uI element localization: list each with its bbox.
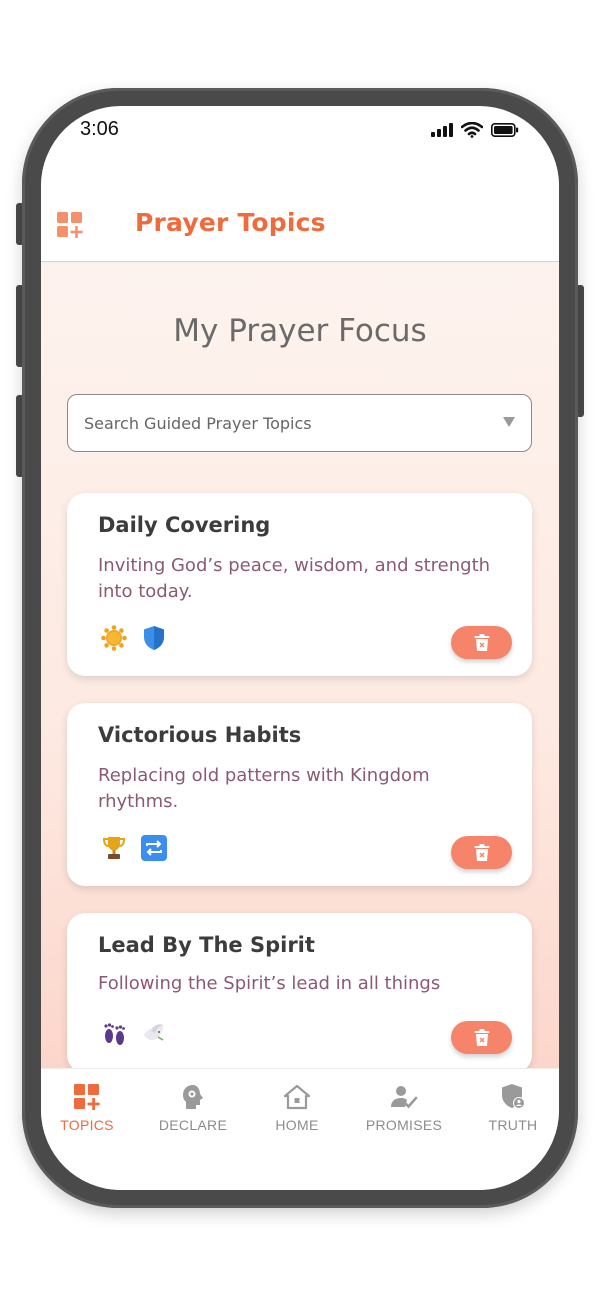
card-icons [101, 1021, 167, 1047]
card-title: Daily Covering [98, 513, 271, 537]
phone-screen: 3:06 Prayer Topics My Prayer Focus Searc… [41, 106, 559, 1190]
search-dropdown[interactable] [67, 394, 532, 452]
bottom-nav: TOPICS DECLARE HOME PROMISES TRUTH [41, 1068, 559, 1190]
topic-card[interactable]: Victorious Habits Replacing old patterns… [67, 703, 532, 886]
head-icon [183, 1085, 203, 1109]
grid-add-icon[interactable] [57, 212, 83, 238]
trash-icon [474, 633, 489, 651]
trash-icon [474, 843, 489, 861]
card-icons [101, 835, 167, 861]
app-header: Prayer Topics [41, 156, 559, 262]
trash-icon [474, 1028, 489, 1046]
status-time: 3:06 [80, 118, 119, 140]
nav-label: TOPICS [60, 1117, 114, 1133]
delete-button[interactable] [451, 1021, 512, 1054]
shield-person-icon [502, 1084, 525, 1109]
battery-icon [491, 123, 519, 137]
sun-icon [101, 625, 127, 651]
dropdown-arrow-icon[interactable] [503, 417, 515, 427]
status-bar: 3:06 [41, 106, 559, 156]
nav-label: DECLARE [158, 1117, 228, 1133]
page-title: My Prayer Focus [173, 313, 427, 349]
person-check-icon [391, 1086, 418, 1109]
nav-label: TRUTH [488, 1117, 538, 1133]
trophy-icon [102, 837, 126, 859]
delete-button[interactable] [451, 836, 512, 869]
card-description: Replacing old patterns with Kingdom rhyt… [98, 765, 430, 812]
topic-card[interactable]: Daily Covering Inviting God’s peace, wis… [67, 493, 532, 676]
repeat-icon [141, 835, 167, 861]
home-icon [283, 1084, 311, 1110]
signal-icon [431, 123, 453, 137]
nav-item-topics[interactable]: TOPICS [41, 1083, 137, 1133]
nav-item-declare[interactable]: DECLARE [143, 1083, 243, 1133]
card-icons [101, 625, 167, 651]
footprints-icon [104, 1023, 125, 1045]
wifi-icon [461, 122, 483, 138]
search-input[interactable] [84, 395, 484, 451]
nav-item-truth[interactable]: TRUTH [463, 1083, 559, 1133]
dove-icon [144, 1024, 164, 1041]
card-description: Inviting God’s peace, wisdom, and streng… [98, 555, 491, 602]
delete-button[interactable] [451, 626, 512, 659]
nav-item-home[interactable]: HOME [247, 1083, 347, 1133]
nav-item-promises[interactable]: PROMISES [354, 1083, 454, 1133]
grid-add-icon [74, 1084, 100, 1110]
card-title: Victorious Habits [98, 723, 302, 747]
topic-card[interactable]: Lead By The Spirit Following the Spirit’… [67, 913, 532, 1073]
card-title: Lead By The Spirit [98, 933, 315, 957]
main-content: My Prayer Focus Daily Covering Inviting … [41, 263, 559, 1073]
header-title: Prayer Topics [135, 208, 326, 237]
nav-label: HOME [275, 1117, 319, 1133]
shield-icon [144, 626, 164, 650]
status-icons [431, 122, 519, 138]
card-description: Following the Spirit’s lead in all thing… [98, 973, 441, 994]
nav-label: PROMISES [365, 1117, 443, 1133]
